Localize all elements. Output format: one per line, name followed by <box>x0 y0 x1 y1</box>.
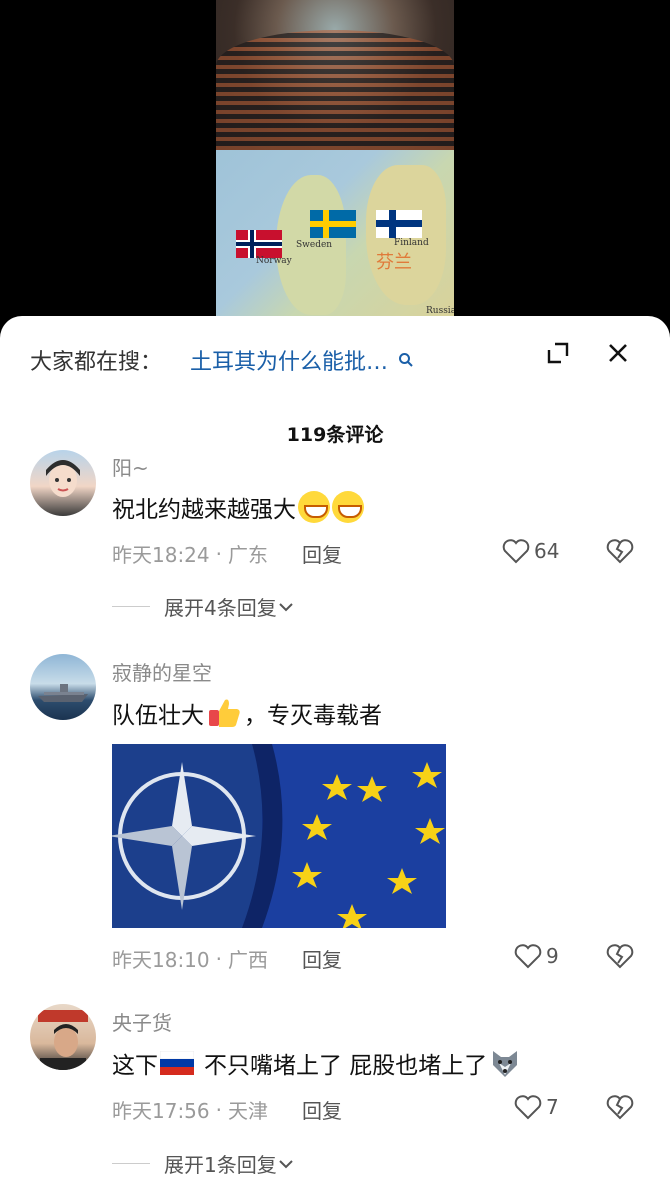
search-prefix: 大家都在搜： <box>30 350 163 375</box>
like-count: 64 <box>534 539 560 563</box>
comment-location: 广东 <box>228 543 268 567</box>
comments-count: 119条评论 <box>286 424 384 446</box>
comment-time: 昨天18:10 <box>112 948 210 972</box>
avatar[interactable] <box>30 450 96 516</box>
avatar[interactable] <box>30 1004 96 1070</box>
search-icon[interactable] <box>398 352 414 368</box>
search-term-link[interactable]: 土耳其为什么能批… <box>190 344 388 376</box>
video-frame: Norway Sweden Finland 芬兰 Russia <box>216 0 454 316</box>
wolf-emoji <box>489 1047 521 1079</box>
broken-heart-icon[interactable] <box>606 1094 634 1120</box>
comment-meta: 昨天18:24 · 广东 回复 <box>112 539 342 568</box>
heart-icon <box>514 1095 542 1120</box>
comment-text-content: 不只嘴堵上了 屁股也堵上了 <box>204 1053 488 1079</box>
sweden-flag <box>310 210 356 238</box>
comment-time: 昨天17:56 <box>112 1099 210 1123</box>
comment-location: 广西 <box>228 948 268 972</box>
reply-button[interactable]: 回复 <box>302 1095 342 1124</box>
comment-text-content: ，专灭毒载者 <box>244 703 382 729</box>
like-button[interactable]: 64 <box>502 538 559 564</box>
comment-username[interactable]: 央子货 <box>112 1007 172 1036</box>
comment-text: 这下 不只嘴堵上了 屁股也堵上了 <box>112 1046 521 1080</box>
comment-text: 队伍壮大 ，专灭毒载者 <box>112 696 382 730</box>
comment-text-content: 队伍壮大 <box>112 703 204 729</box>
expand-replies-button[interactable]: 展开1条回复 <box>112 1149 295 1178</box>
meta-separator: · <box>215 1097 222 1122</box>
video-player[interactable]: Norway Sweden Finland 芬兰 Russia <box>0 0 670 330</box>
comment-image-nato-eu[interactable] <box>112 744 446 928</box>
trending-search-bar[interactable]: 大家都在搜： 土耳其为什么能批… <box>30 340 414 380</box>
grinning-face-emoji <box>298 491 330 523</box>
like-button[interactable]: 9 <box>514 943 559 969</box>
map-label-norway: Norway <box>256 256 292 266</box>
meta-separator: · <box>215 541 222 566</box>
comment-text: 祝北约越来越强大 <box>112 490 364 524</box>
expand-replies-label: 展开1条回复 <box>164 1153 277 1177</box>
comment-username[interactable]: 寂静的星空 <box>112 657 212 686</box>
heart-icon <box>502 539 530 564</box>
map-label-sweden: Sweden <box>296 240 333 250</box>
finland-flag <box>376 210 422 238</box>
norway-flag <box>236 230 282 258</box>
reply-button[interactable]: 回复 <box>302 944 342 973</box>
avatar[interactable] <box>30 654 96 720</box>
comment-time: 昨天18:24 <box>112 543 210 567</box>
comment-text-content: 这下 <box>112 1053 158 1079</box>
heart-icon <box>514 944 542 969</box>
parliament-seats <box>216 30 454 150</box>
map-label-finland-cn: 芬兰 <box>376 252 412 273</box>
comment-location: 天津 <box>228 1099 268 1123</box>
divider-line <box>112 606 150 607</box>
expand-replies-label: 展开4条回复 <box>164 596 277 620</box>
chevron-down-icon <box>279 1159 293 1168</box>
chevron-down-icon <box>279 602 293 611</box>
thumbs-up-emoji <box>206 696 242 730</box>
map-label-russia: Russia <box>426 306 454 316</box>
map-label-finland: Finland <box>394 238 429 248</box>
expand-replies-button[interactable]: 展开4条回复 <box>112 592 295 621</box>
broken-heart-icon[interactable] <box>606 943 634 969</box>
meta-separator: · <box>215 946 222 971</box>
comment-text-content: 祝北约越来越强大 <box>112 497 296 523</box>
close-icon[interactable] <box>605 340 631 366</box>
like-count: 9 <box>546 944 559 968</box>
grinning-face-emoji <box>332 491 364 523</box>
russia-flag-emoji <box>159 1050 195 1075</box>
comment-meta: 昨天17:56 · 天津 回复 <box>112 1095 342 1124</box>
reply-button[interactable]: 回复 <box>302 539 342 568</box>
collapse-icon[interactable] <box>545 340 571 366</box>
divider-line <box>112 1163 150 1164</box>
broken-heart-icon[interactable] <box>606 538 634 564</box>
like-count: 7 <box>546 1095 559 1119</box>
like-button[interactable]: 7 <box>514 1094 559 1120</box>
comment-meta: 昨天18:10 · 广西 回复 <box>112 944 342 973</box>
comment-username[interactable]: 阳~ <box>112 452 149 481</box>
